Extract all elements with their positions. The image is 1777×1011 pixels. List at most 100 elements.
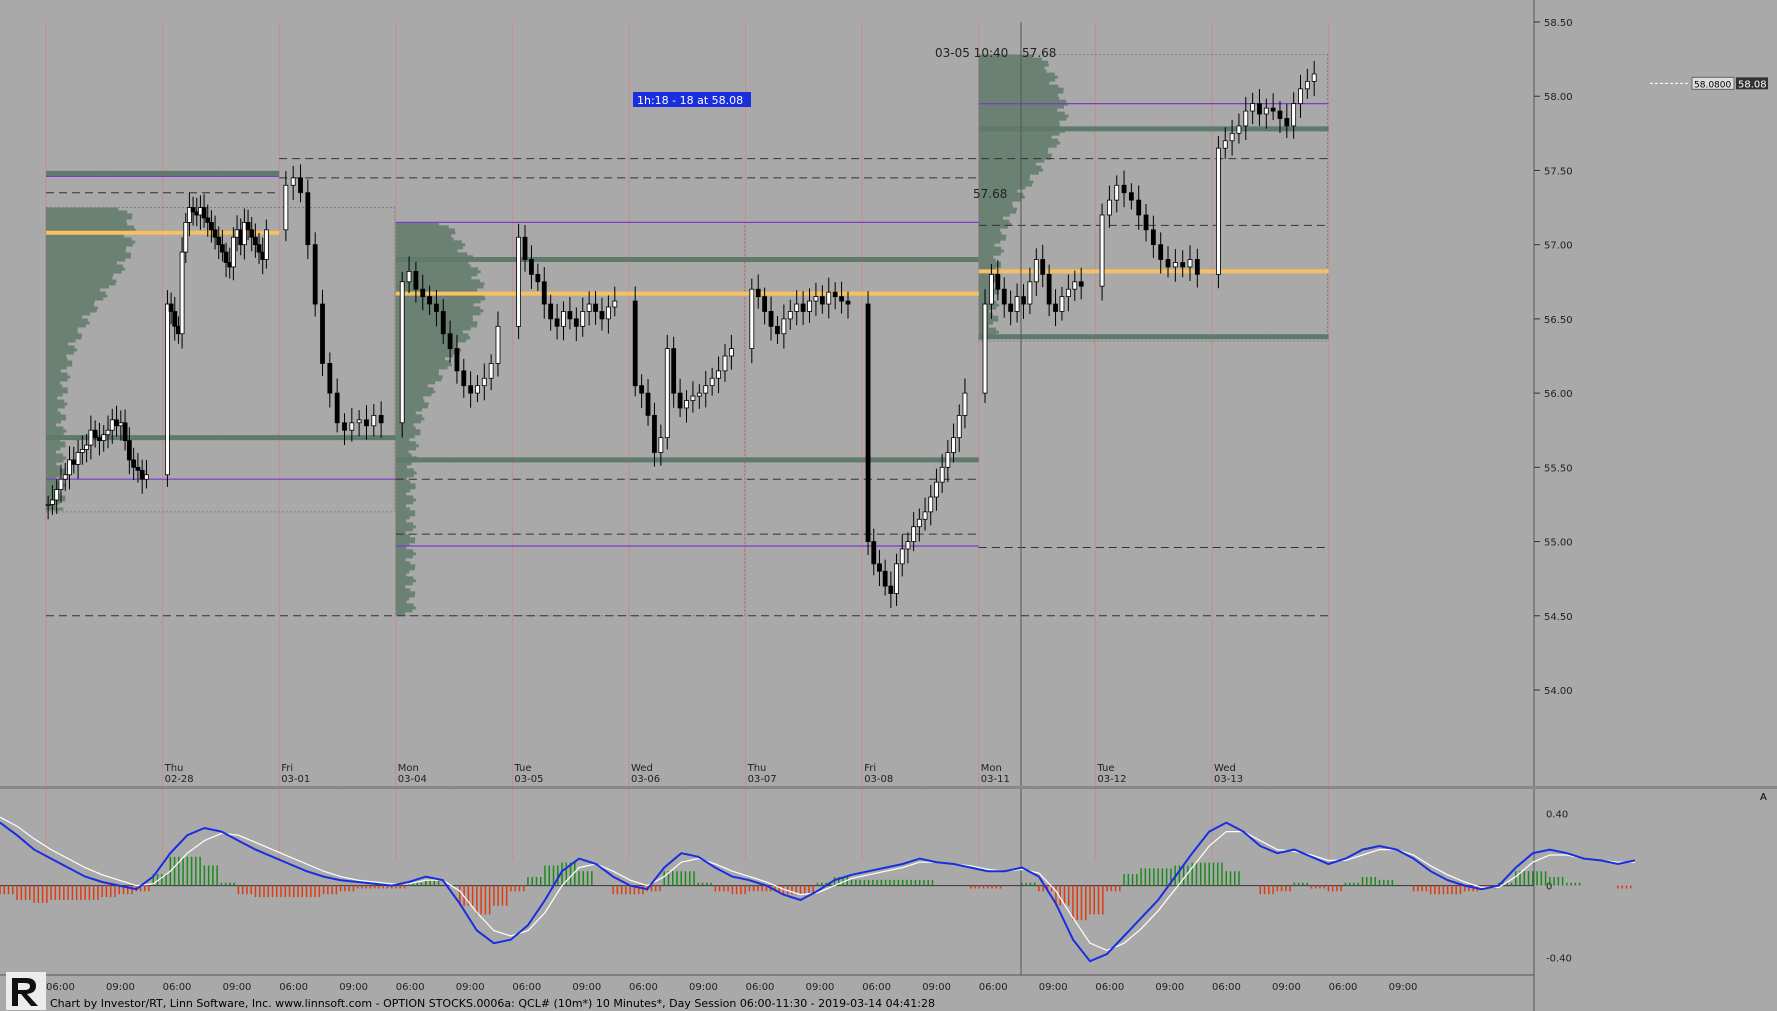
candle-body (183, 221, 189, 253)
candle-body (413, 270, 419, 290)
footer-text: Chart by Investor/RT, Linn Software, Inc… (50, 997, 935, 1010)
candle-body (1143, 214, 1149, 231)
candle-body (639, 385, 645, 394)
time-label: 06:00 (46, 982, 75, 993)
candle-body (871, 541, 877, 565)
candle-body (209, 221, 214, 231)
price-chart[interactable]: 03-05 10:40 57.68 57.68 1h:18 - 18 at 58.08… (0, 0, 1777, 1011)
candle-body (488, 363, 494, 379)
day-label: Fri (281, 763, 293, 774)
crosshair-price-label: 57.68 (973, 187, 1007, 201)
candle-body (92, 429, 98, 439)
candle-body (230, 236, 236, 268)
candle-body (934, 481, 939, 498)
candle-body (420, 288, 426, 298)
time-label: 06:00 (629, 982, 658, 993)
date-label: 03-04 (398, 774, 427, 785)
candle-body (1078, 281, 1084, 287)
candle-body (67, 459, 72, 476)
candle-body (671, 348, 677, 394)
time-label: 09:00 (456, 982, 485, 993)
candle-body (165, 303, 170, 476)
time-label: 09:00 (223, 982, 252, 993)
annotation-text: 1h:18 - 18 at 58.08 (637, 94, 743, 107)
candle-body (54, 489, 60, 501)
candle-body (982, 303, 988, 394)
candle-body (664, 348, 670, 439)
candle-body (956, 414, 962, 439)
candle-body (320, 303, 325, 364)
candle-body (951, 437, 956, 453)
candle-body (256, 244, 262, 253)
candle-body (1128, 192, 1134, 201)
candle-body (716, 370, 721, 379)
candle-body (399, 281, 405, 424)
candle-body (139, 469, 145, 480)
candle-body (826, 291, 832, 305)
candle-body (406, 270, 412, 283)
candle-body (928, 496, 934, 513)
candle-body (819, 296, 825, 305)
candle-body (1121, 184, 1127, 194)
candle-body (554, 318, 560, 327)
price-tick-label: 58.50 (1544, 18, 1573, 29)
day-label: Tue (1096, 763, 1114, 774)
candle-body (573, 318, 579, 327)
price-tick-label: 57.50 (1544, 166, 1573, 177)
candle-body (109, 419, 115, 431)
candle-body (88, 429, 94, 446)
candle-body (1150, 229, 1156, 246)
candle-body (1014, 296, 1020, 312)
time-label: 06:00 (279, 982, 308, 993)
candle-body (1027, 281, 1033, 305)
candle-body (894, 563, 899, 594)
panel-corner-label: A (1760, 792, 1767, 803)
time-label: 06:00 (163, 982, 192, 993)
candle-body (703, 385, 709, 394)
candle-body (1229, 132, 1235, 142)
day-label: Mon (981, 763, 1002, 774)
candle-body (781, 318, 787, 335)
candle-body (101, 434, 107, 442)
price-tick-label: 56.50 (1544, 315, 1573, 326)
candle-body (212, 229, 218, 238)
candle-body (205, 217, 211, 223)
candle-body (305, 192, 311, 246)
time-label: 09:00 (106, 982, 135, 993)
candle-body (290, 177, 296, 186)
candle-body (179, 251, 185, 335)
date-label: 03-08 (864, 774, 893, 785)
candle-body (1216, 147, 1221, 275)
candle-body (245, 221, 251, 231)
candle-body (755, 288, 761, 298)
candle-body (652, 414, 657, 453)
candle-body (612, 300, 618, 308)
time-label: 06:00 (1095, 982, 1124, 993)
candle-body (447, 333, 453, 349)
candle-body (768, 311, 774, 327)
candle-body (298, 177, 303, 194)
last-price-tag: 58.0800 (1694, 80, 1731, 90)
candle-body (1304, 80, 1310, 90)
candle-body (1172, 262, 1178, 268)
candle-body (1180, 262, 1186, 268)
day-label: Wed (631, 763, 653, 774)
candle-body (516, 236, 522, 327)
candle-body (593, 303, 598, 312)
candle-body (1187, 259, 1193, 268)
candle-body (58, 478, 64, 491)
price-tick-label: 54.50 (1544, 612, 1573, 623)
price-tick-label: 54.00 (1544, 686, 1573, 697)
candle-body (1136, 199, 1142, 216)
candle-body (877, 563, 882, 572)
candle-body (882, 570, 888, 587)
candle-body (645, 392, 651, 416)
day-label: Mon (398, 763, 419, 774)
candle-body (535, 273, 541, 283)
time-label: 09:00 (1039, 982, 1068, 993)
price-tick-label: 57.00 (1544, 241, 1573, 252)
date-label: 03-06 (631, 774, 660, 785)
candle-body (599, 311, 605, 320)
candle-body (440, 311, 446, 335)
candle-body (1033, 259, 1039, 283)
